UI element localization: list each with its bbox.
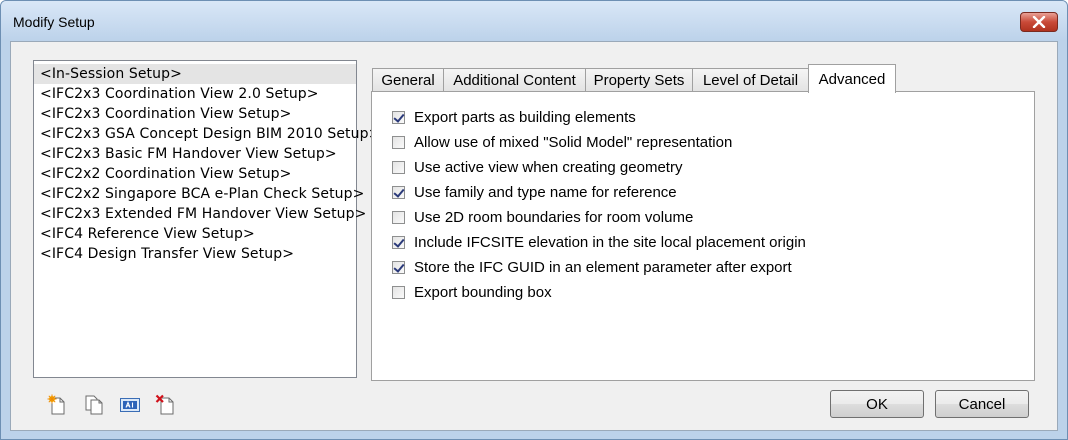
option-checkbox[interactable] — [392, 135, 405, 149]
setup-list[interactable]: <In-Session Setup> <IFC2x3 Coordination V… — [33, 60, 380, 378]
tab-property-sets[interactable]: Property Sets — [585, 68, 693, 92]
setup-list-item[interactable]: <IFC2x2 Singapore BCA e-Plan Check Setup… — [34, 184, 364, 204]
setup-list-item[interactable]: <IFC2x3 Coordination View Setup> — [34, 104, 356, 124]
tab-advanced[interactable]: Advanced — [808, 64, 896, 93]
option-checkbox[interactable] — [392, 285, 405, 299]
option-label: Include IFCSITE elevation in the site lo… — [414, 233, 806, 251]
modify-setup-dialog: Modify Setup <In-Session Setup> <IFC2x3 C… — [0, 0, 1068, 440]
option-row[interactable]: Store the IFC GUID in an element paramet… — [392, 257, 792, 277]
option-label: Store the IFC GUID in an element paramet… — [414, 258, 792, 276]
duplicate-setup-button[interactable] — [83, 394, 105, 416]
new-setup-button[interactable] — [47, 394, 69, 416]
option-label: Use family and type name for reference — [414, 183, 677, 201]
setup-list-item[interactable]: <IFC2x3 Basic FM Handover View Setup> — [34, 144, 356, 164]
rename-setup-button[interactable] — [119, 394, 141, 416]
option-row[interactable]: Allow use of mixed "Solid Model" represe… — [392, 132, 732, 152]
ok-button[interactable]: OK — [830, 390, 924, 418]
new-setup-icon — [47, 394, 65, 415]
option-checkbox[interactable] — [392, 260, 405, 274]
setup-list-item[interactable]: <IFC2x3 Extended FM Handover View Setup> — [34, 204, 366, 224]
option-checkbox[interactable] — [392, 185, 405, 199]
option-label: Use active view when creating geometry — [414, 158, 683, 176]
close-icon — [1032, 16, 1046, 28]
delete-setup-button[interactable] — [155, 394, 177, 416]
delete-setup-icon — [155, 394, 174, 415]
option-label: Export parts as building elements — [414, 108, 636, 126]
setup-list-item[interactable]: <IFC4 Reference View Setup> — [34, 224, 356, 244]
option-checkbox[interactable] — [392, 110, 405, 124]
option-row[interactable]: Export bounding box — [392, 282, 552, 302]
setup-list-item[interactable]: <IFC4 Design Transfer View Setup> — [34, 244, 356, 264]
duplicate-setup-icon — [85, 395, 103, 415]
setup-list-item[interactable]: <IFC2x2 Coordination View Setup> — [34, 164, 356, 184]
setup-list-item[interactable]: <IFC2x3 Coordination View 2.0 Setup> — [34, 84, 356, 104]
tab-general[interactable]: General — [372, 68, 444, 92]
close-button[interactable] — [1020, 12, 1058, 32]
dialog-body: <In-Session Setup> <IFC2x3 Coordination V… — [10, 41, 1058, 431]
option-label: Export bounding box — [414, 283, 552, 301]
tab-level-of-detail[interactable]: Level of Detail — [692, 68, 809, 92]
option-row[interactable]: Use family and type name for reference — [392, 182, 677, 202]
option-checkbox[interactable] — [392, 210, 405, 224]
option-checkbox[interactable] — [392, 160, 405, 174]
option-row[interactable]: Use active view when creating geometry — [392, 157, 682, 177]
option-label: Allow use of mixed "Solid Model" represe… — [414, 133, 733, 151]
option-row[interactable]: Export parts as building elements — [392, 107, 636, 127]
advanced-tab-panel: Export parts as building elements Allow u… — [371, 91, 1035, 381]
option-row[interactable]: Use 2D room boundaries for room volume — [392, 207, 693, 227]
cancel-button[interactable]: Cancel — [935, 390, 1029, 418]
title-bar[interactable]: Modify Setup — [1, 1, 1067, 41]
setup-list-item[interactable]: <IFC2x3 GSA Concept Design BIM 2010 Setu… — [34, 124, 380, 144]
option-checkbox[interactable] — [392, 235, 405, 249]
window-title: Modify Setup — [13, 14, 95, 30]
setup-list-item[interactable]: <In-Session Setup> — [34, 64, 356, 84]
option-row[interactable]: Include IFCSITE elevation in the site lo… — [392, 232, 806, 252]
option-label: Use 2D room boundaries for room volume — [414, 208, 694, 226]
rename-setup-icon — [120, 398, 140, 412]
tab-additional-content[interactable]: Additional Content — [443, 68, 586, 92]
